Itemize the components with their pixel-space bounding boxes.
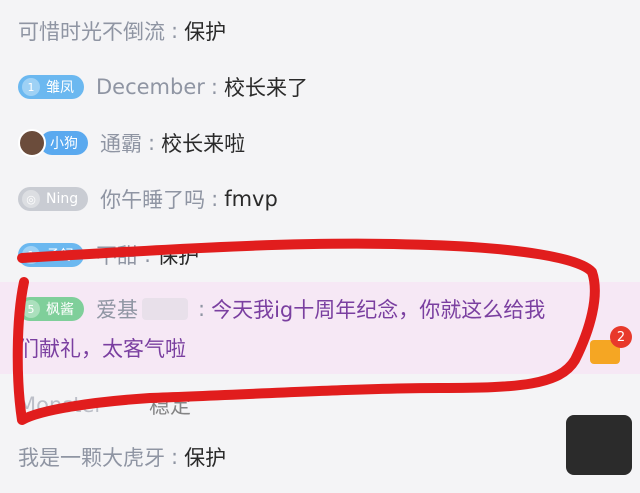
badge-level-icon: ◎ (22, 190, 40, 208)
message-text: 今天我ig十周年纪念，你就这么给我 (211, 298, 546, 322)
username[interactable]: 爱基 (96, 294, 138, 324)
message-text: 保护 (184, 446, 227, 470)
message-text: 稳定 (149, 394, 192, 418)
badge-label: Ning (46, 191, 79, 207)
fan-badge[interactable]: 小狗 (40, 131, 88, 155)
fan-badge[interactable]: 1 承録 (18, 243, 84, 267)
avatar[interactable] (18, 129, 46, 157)
badge-label: 小狗 (50, 136, 78, 152)
watermark-logo (566, 415, 632, 475)
message-text: 保护 (157, 244, 200, 268)
notification-badge[interactable]: 2 (610, 326, 632, 348)
username[interactable]: 不甜 (96, 240, 138, 270)
separator: : (171, 445, 179, 469)
separator: : (148, 131, 156, 155)
badge-level: 5 (22, 300, 40, 318)
badge-label: 雏凤 (46, 80, 74, 96)
fan-badge[interactable]: 5 枫酱 (18, 297, 84, 321)
message-text: fmvp (224, 187, 278, 211)
username[interactable]: December (96, 75, 205, 99)
badge-level: 1 (22, 78, 40, 96)
chat-message[interactable]: 我是一颗大虎牙 : 保护 (18, 442, 622, 472)
badge-level: 1 (22, 246, 40, 264)
chat-message[interactable]: ◎ Ning 你午睡了吗 : fmvp (18, 184, 622, 214)
separator: : (198, 297, 206, 321)
separator: : (144, 243, 152, 267)
chat-message[interactable]: 1 雏凤 December : 校长来了 (18, 72, 622, 102)
blurred-username-part (142, 298, 188, 320)
username[interactable]: Monster (18, 393, 103, 417)
message-text: 保护 (184, 20, 227, 44)
username[interactable]: 通霸 (100, 128, 142, 158)
separator: : (211, 187, 219, 211)
username[interactable]: 可惜时光不倒流 (18, 16, 165, 46)
badge-label: 承録 (46, 248, 74, 264)
fan-badge[interactable]: ◎ Ning (18, 187, 89, 211)
highlighted-chat-message[interactable]: 5 枫酱 爱基 : 今天我ig十周年纪念，你就这么给我 (18, 294, 622, 324)
chat-message[interactable]: 小狗 通霸 : 校长来啦 (18, 128, 622, 158)
separator: : (210, 75, 218, 99)
chat-message[interactable]: 1 承録 不甜 : 保护 (18, 240, 622, 270)
separator: : (171, 19, 179, 43)
message-text-continued: 们献礼，太客气啦 (18, 337, 186, 361)
message-text: 校长来啦 (161, 132, 246, 156)
fan-badge[interactable]: 1 雏凤 (18, 75, 84, 99)
username[interactable]: 我是一颗大虎牙 (18, 442, 165, 472)
username[interactable]: 你午睡了吗 (100, 184, 205, 214)
chat-message[interactable]: Monster 稳定 (18, 390, 622, 420)
message-text: 校长来了 (223, 76, 308, 100)
badge-label: 枫酱 (46, 302, 74, 318)
chat-message[interactable]: 可惜时光不倒流 : 保护 (18, 16, 622, 46)
